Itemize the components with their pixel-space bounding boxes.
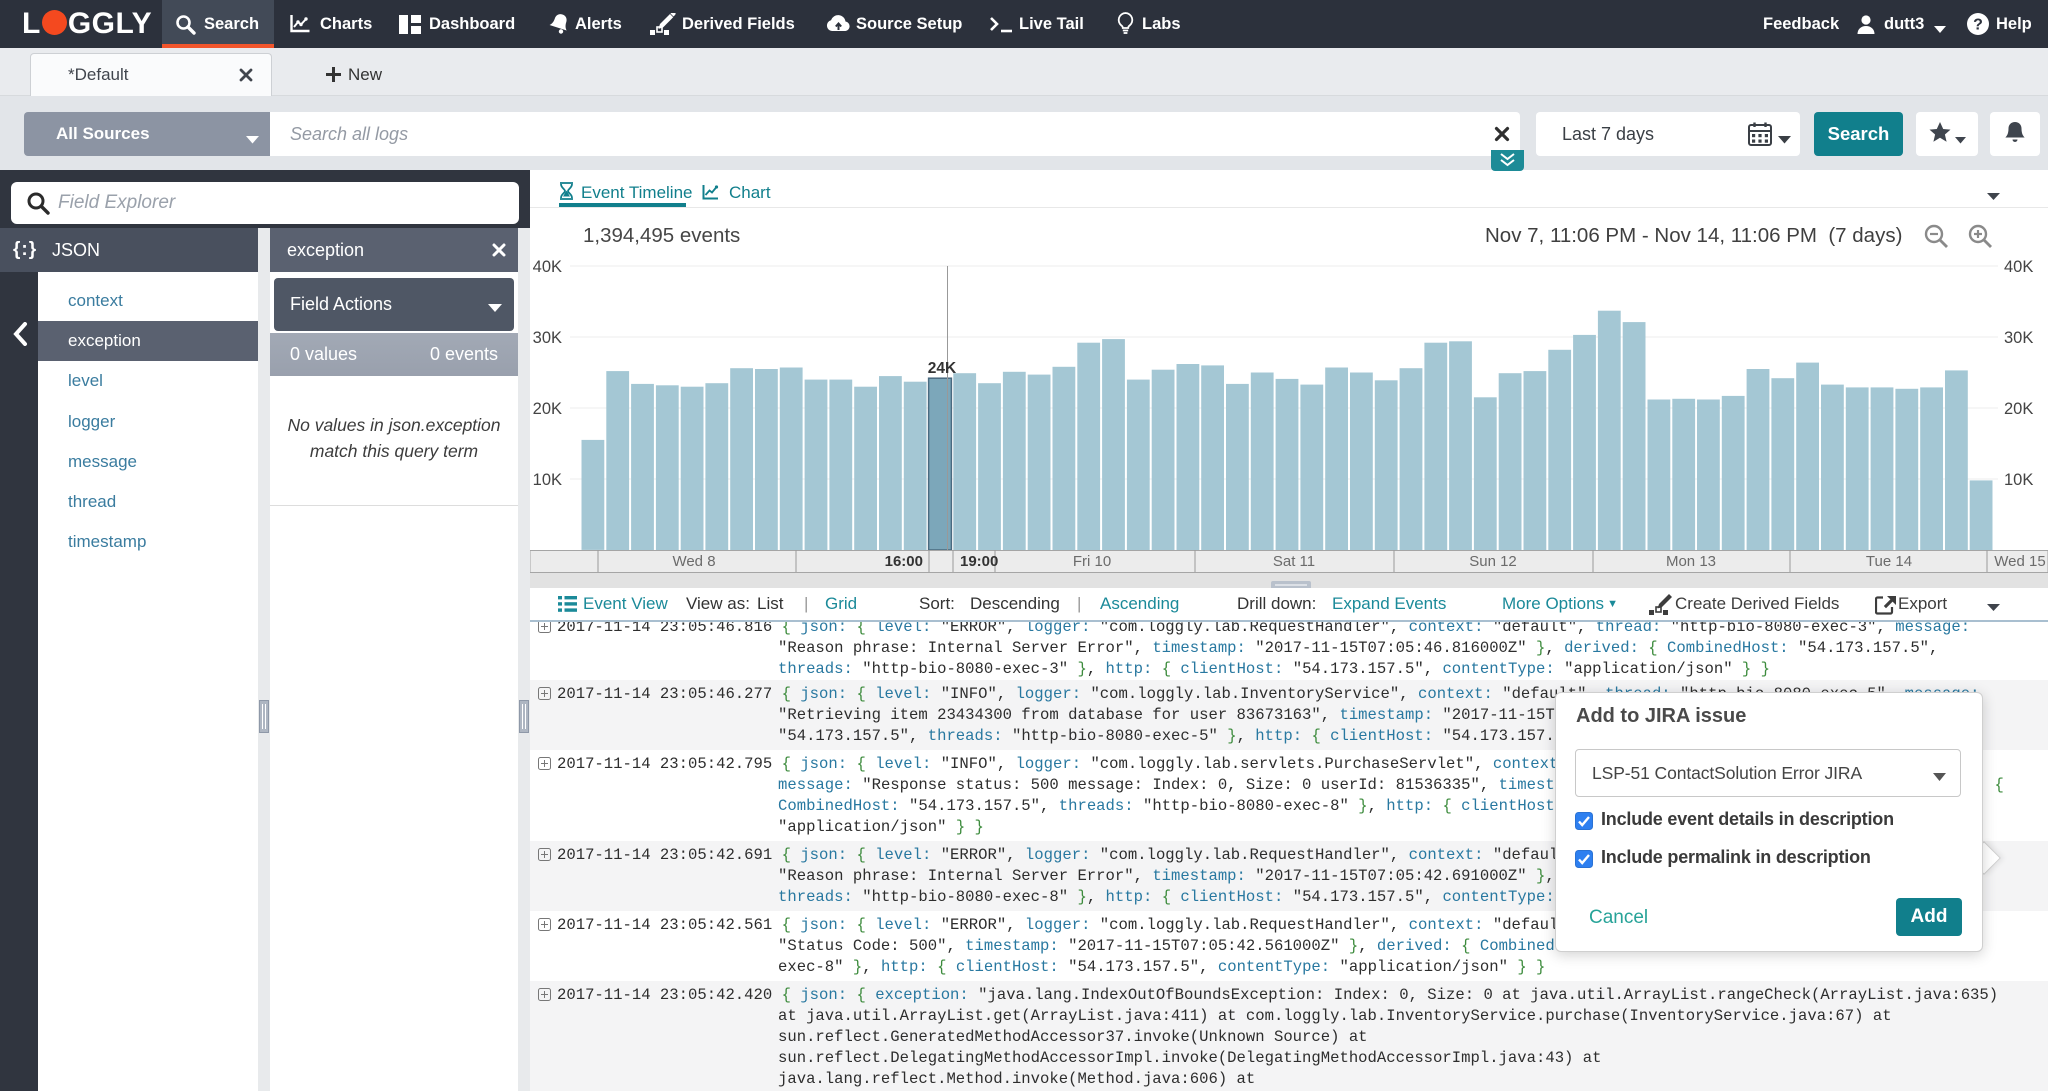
- svg-text:40K: 40K: [2004, 258, 2033, 276]
- svg-text:19:00: 19:00: [960, 553, 998, 570]
- svg-text:Wed 8: Wed 8: [672, 553, 715, 570]
- svg-text:20K: 20K: [533, 400, 562, 418]
- svg-text:Fri 10: Fri 10: [1073, 553, 1111, 570]
- svg-text:10K: 10K: [2004, 471, 2033, 489]
- svg-text:30K: 30K: [2004, 329, 2033, 347]
- svg-text:Sat 11: Sat 11: [1273, 553, 1315, 570]
- svg-text:20K: 20K: [2004, 400, 2033, 418]
- svg-text:Tue 14: Tue 14: [1866, 553, 1912, 570]
- svg-text:Mon 13: Mon 13: [1666, 553, 1716, 570]
- svg-text:24K: 24K: [928, 360, 957, 377]
- svg-text:Sun 12: Sun 12: [1469, 553, 1517, 570]
- svg-text:Wed 15: Wed 15: [1994, 553, 2045, 570]
- svg-text:10K: 10K: [533, 471, 562, 489]
- svg-text:40K: 40K: [533, 258, 562, 276]
- svg-text:16:00: 16:00: [885, 553, 923, 570]
- svg-text:?: ?: [1973, 17, 1983, 34]
- svg-text:30K: 30K: [533, 329, 562, 347]
